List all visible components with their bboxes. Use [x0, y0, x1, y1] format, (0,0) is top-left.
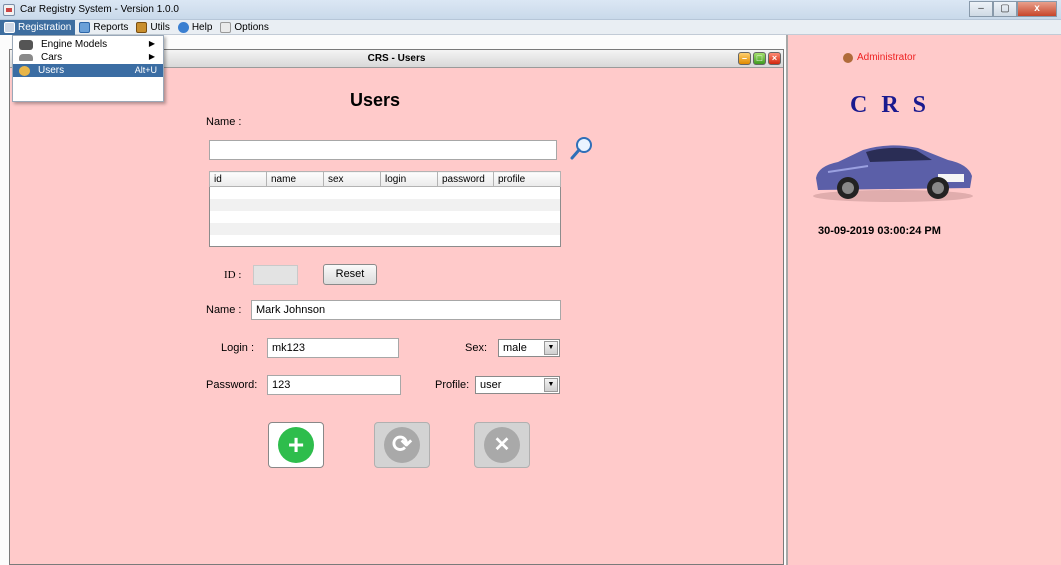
menu-options[interactable]: Options: [216, 20, 272, 35]
login-label: Login :: [221, 342, 255, 354]
right-info-panel: Administrator C R S 30-09-2019 03:00:24 …: [786, 35, 1061, 565]
menu-item-cars-label: Cars: [41, 52, 63, 63]
sex-label: Sex:: [465, 342, 488, 354]
profile-label: Profile:: [435, 379, 470, 391]
menu-reports-label: Reports: [93, 21, 129, 33]
menu-registration[interactable]: Registration: [0, 19, 76, 35]
chevron-down-icon: ▼: [544, 341, 558, 355]
menu-registration-label: Registration: [18, 21, 72, 33]
car-image: [813, 145, 973, 202]
login-field[interactable]: mk123: [267, 338, 399, 358]
menu-item-engine-models[interactable]: Engine Models ▶: [13, 38, 163, 51]
frame-controls: – □ ×: [738, 52, 781, 65]
menu-options-label: Options: [234, 21, 269, 33]
table-row[interactable]: [209, 222, 561, 235]
reports-icon: [79, 21, 91, 33]
user-icon: [843, 52, 853, 63]
help-icon: [177, 21, 189, 33]
update-button[interactable]: ⟳: [374, 422, 430, 468]
column-header-name[interactable]: name: [266, 171, 324, 187]
column-header-password[interactable]: password: [437, 171, 494, 187]
users-internal-frame: CRS - Users – □ × Users Name : id name s…: [9, 49, 784, 565]
frame-maximize-button[interactable]: □: [753, 52, 766, 65]
table-row[interactable]: [209, 198, 561, 211]
plus-icon: +: [278, 427, 314, 463]
current-user: Administrator: [843, 52, 916, 63]
app-icon: [3, 4, 15, 16]
search-name-label: Name :: [206, 116, 242, 128]
search-button[interactable]: [567, 134, 597, 162]
minimize-button[interactable]: –: [969, 1, 993, 17]
maximize-button[interactable]: ▢: [993, 1, 1017, 17]
window-title-bar: Car Registry System - Version 1.0.0 – ▢ …: [0, 0, 1061, 20]
car-icon: [19, 54, 33, 61]
app-logo: C R S: [850, 92, 931, 118]
menu-help[interactable]: Help: [174, 20, 217, 35]
column-header-id[interactable]: id: [209, 171, 267, 187]
sex-select[interactable]: male ▼: [498, 339, 560, 357]
menu-help-label: Help: [191, 21, 213, 33]
password-label: Password:: [206, 379, 258, 391]
name-label: Name :: [206, 304, 242, 316]
page-title: Users: [350, 90, 401, 110]
column-header-sex[interactable]: sex: [323, 171, 381, 187]
menu-utils[interactable]: Utils: [132, 20, 173, 35]
frame-close-button[interactable]: ×: [768, 52, 781, 65]
menu-utils-label: Utils: [150, 21, 170, 33]
cancel-icon: ✕: [484, 427, 520, 463]
close-button[interactable]: x: [1017, 1, 1057, 17]
submenu-arrow-icon: ▶: [148, 39, 155, 48]
search-input[interactable]: [209, 140, 557, 160]
table-row[interactable]: [210, 211, 561, 223]
refresh-icon: ⟳: [384, 427, 420, 463]
engine-icon: [19, 39, 33, 50]
profile-select-value: user: [480, 379, 502, 391]
table-header-row: id name sex login password profile: [209, 171, 561, 187]
utils-icon: [136, 21, 148, 33]
table-row[interactable]: [210, 235, 561, 247]
window-title: Car Registry System - Version 1.0.0: [20, 4, 179, 15]
users-icon: [19, 65, 30, 76]
users-table[interactable]: id name sex login password profile: [209, 171, 561, 247]
password-field[interactable]: 123: [267, 375, 401, 395]
chevron-down-icon: ▼: [544, 378, 558, 392]
sex-select-value: male: [503, 342, 527, 354]
delete-button[interactable]: ✕: [474, 422, 530, 468]
window-controls: – ▢ x: [969, 1, 1057, 17]
submenu-arrow-icon: ▶: [148, 52, 155, 61]
profile-select[interactable]: user ▼: [475, 376, 560, 394]
menu-reports[interactable]: Reports: [75, 20, 132, 35]
datetime-display: 30-09-2019 03:00:24 PM: [818, 225, 941, 237]
current-user-label: Administrator: [857, 52, 916, 63]
table-row[interactable]: [210, 187, 561, 199]
registration-dropdown: Engine Models ▶ Cars ▶ Users Alt+U: [12, 35, 164, 102]
menu-item-users-label: Users: [38, 65, 65, 76]
menu-item-users-shortcut: Alt+U: [134, 65, 157, 75]
menu-item-cars[interactable]: Cars ▶: [13, 51, 163, 64]
menu-bar: Registration Reports Utils Help Options: [0, 19, 1061, 35]
id-label: ID :: [224, 269, 242, 281]
id-field: [253, 265, 298, 285]
add-button[interactable]: +: [268, 422, 324, 468]
name-field[interactable]: Mark Johnson: [251, 300, 561, 320]
options-icon: [220, 21, 232, 33]
reset-button[interactable]: Reset: [323, 264, 377, 285]
registration-icon: [4, 21, 15, 33]
column-header-profile[interactable]: profile: [493, 171, 561, 187]
magnifier-icon: [570, 137, 592, 160]
menu-item-engine-models-label: Engine Models: [41, 39, 108, 50]
menu-item-users[interactable]: Users Alt+U: [13, 64, 163, 77]
column-header-login[interactable]: login: [380, 171, 438, 187]
frame-minimize-button[interactable]: –: [738, 52, 751, 65]
